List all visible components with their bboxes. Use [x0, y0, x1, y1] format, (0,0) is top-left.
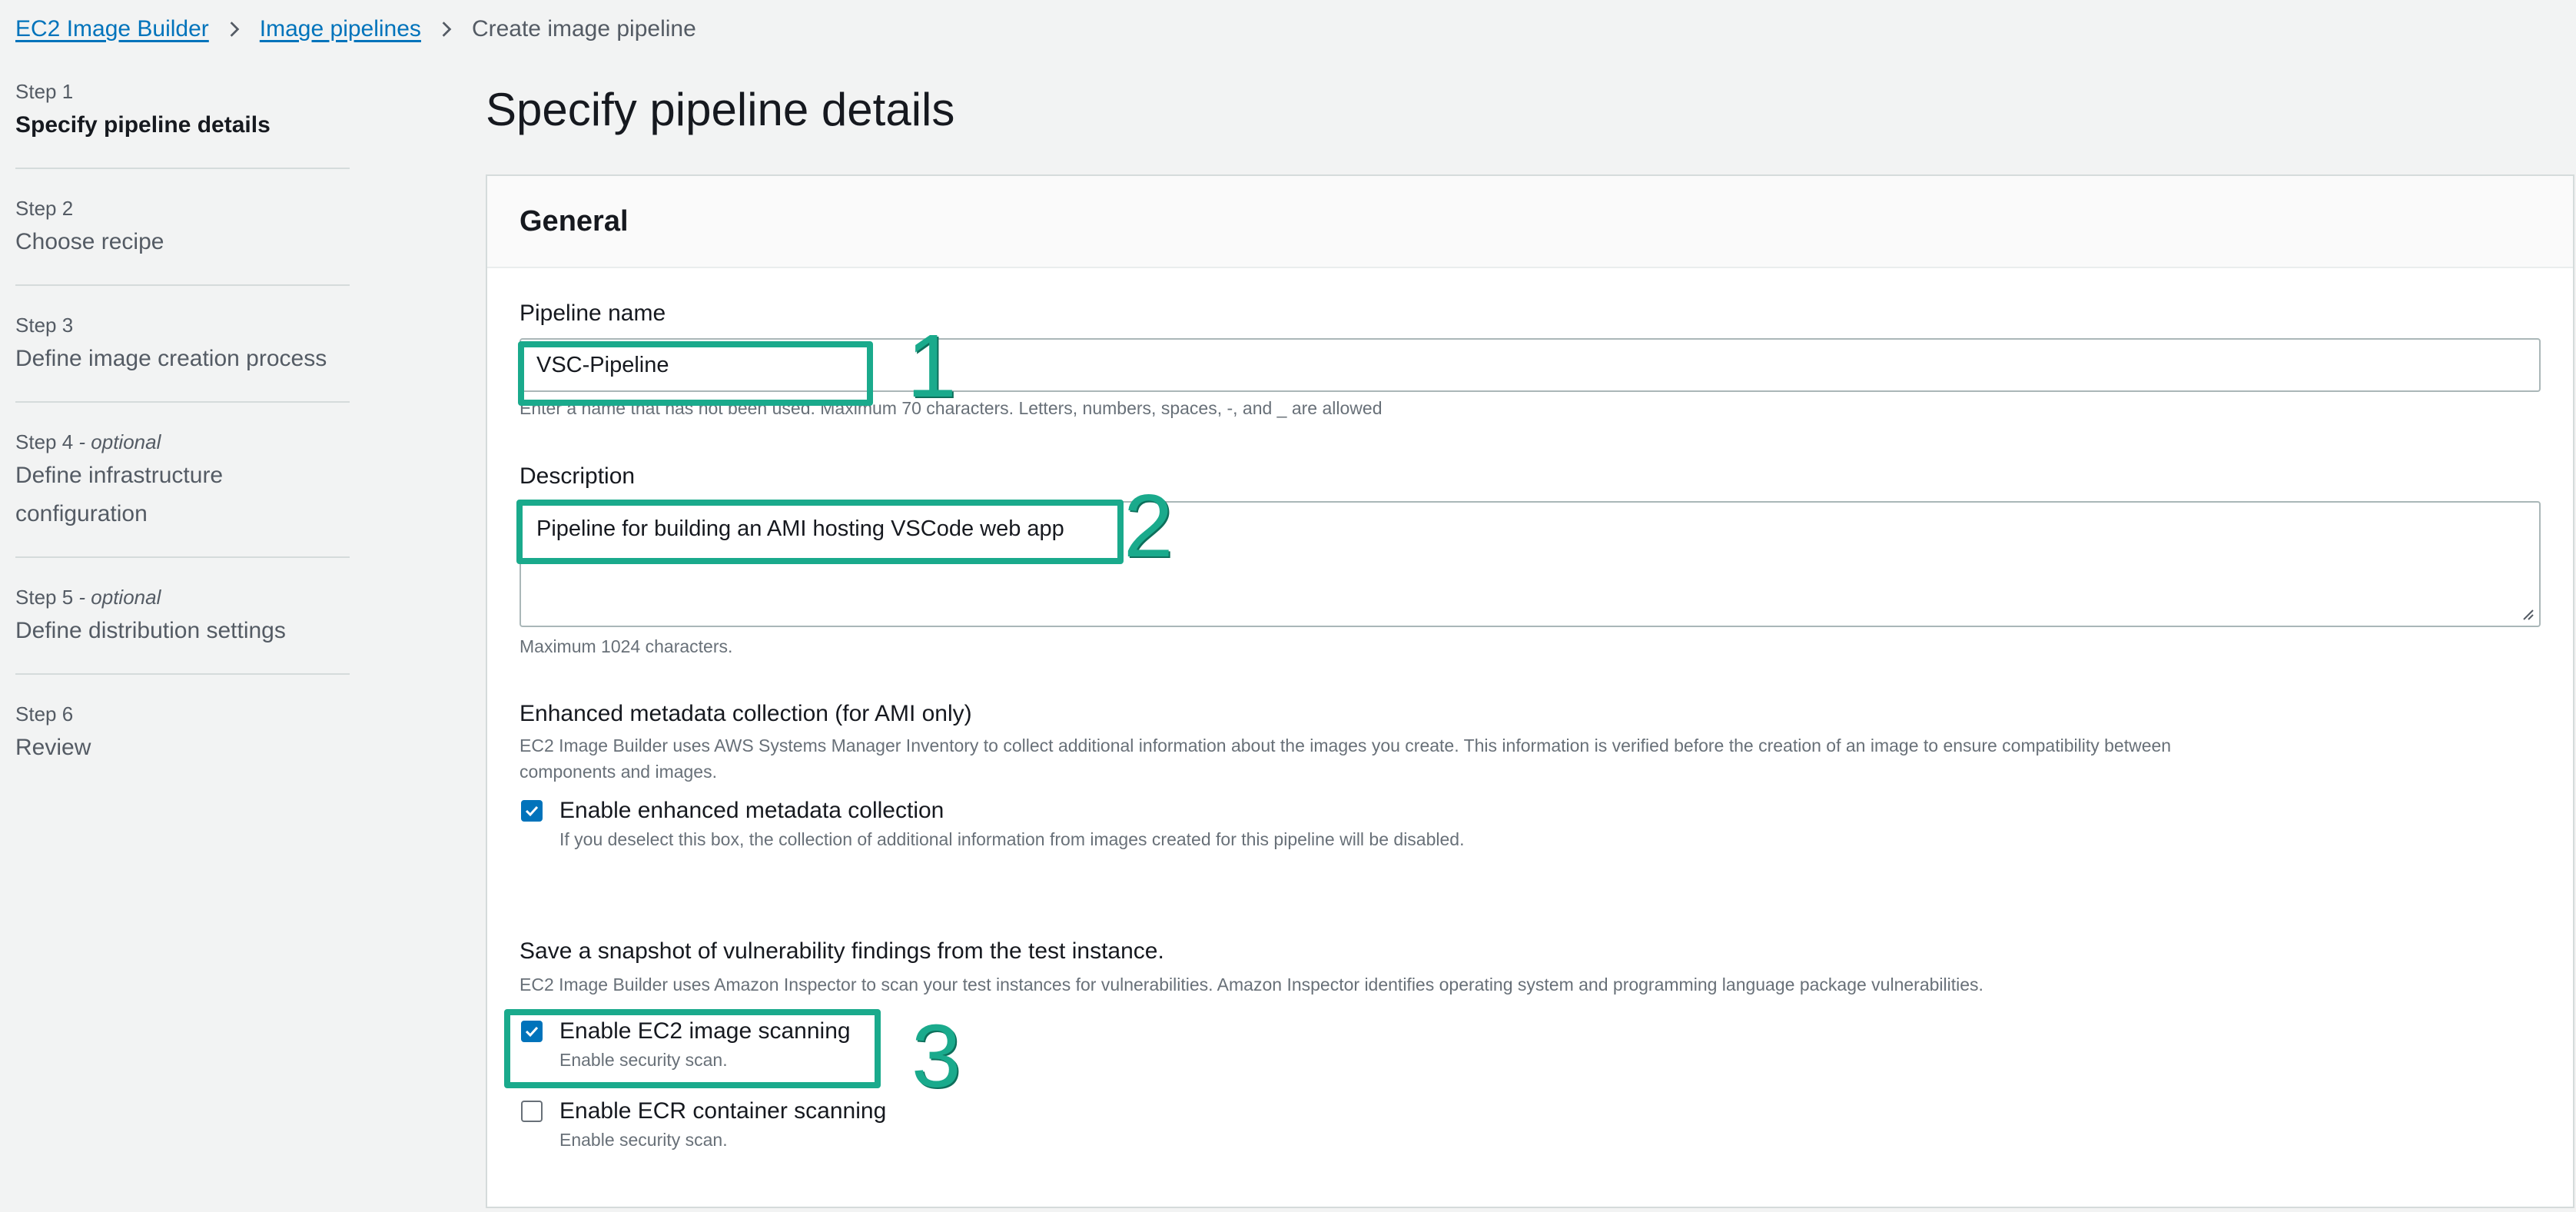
description-field: Description Pipeline for building an AMI… [520, 461, 2541, 659]
ecr-scanning-label: Enable ECR container scanning [559, 1098, 887, 1124]
step-5-number: Step 5 - optional [15, 583, 350, 612]
annotation-number-2: 2 [1124, 476, 1173, 576]
step-4-optional: - optional [73, 430, 161, 453]
metadata-checkbox-desc: If you deselect this box, the collection… [559, 829, 1465, 849]
metadata-checkbox-text: Enable enhanced metadata collection If y… [559, 795, 1464, 852]
wizard-steps-nav: Step 1 Specify pipeline details Step 2 C… [15, 77, 350, 815]
step-3-title[interactable]: Define image creation process [15, 340, 350, 378]
step-4-title[interactable]: Define infrastructure configuration [15, 457, 350, 533]
checkmark-icon [525, 805, 539, 817]
scanning-heading: Save a snapshot of vulnerability finding… [520, 938, 1164, 964]
general-panel: General Pipeline name Enter a name that … [486, 174, 2574, 1208]
annotation-number-1: 1 [907, 316, 957, 416]
metadata-checkbox-label: Enable enhanced metadata collection [559, 798, 944, 823]
step-5-title[interactable]: Define distribution settings [15, 612, 350, 650]
page-title: Specify pipeline details [486, 84, 955, 135]
breadcrumb-image-pipelines-link[interactable]: Image pipelines [260, 16, 421, 42]
description-textarea-wrap: Pipeline for building an AMI hosting VSC… [520, 501, 2541, 627]
step-4[interactable]: Step 4 - optional Define infrastructure … [15, 427, 350, 558]
metadata-section: Enhanced metadata collection (for AMI on… [520, 699, 2541, 852]
step-4-title-line2: configuration [15, 501, 148, 526]
step-1-number: Step 1 [15, 80, 74, 103]
step-5-optional: - optional [73, 586, 161, 609]
ec2-scanning-checkbox-row[interactable]: Enable EC2 image scanning Enable securit… [521, 1016, 2541, 1073]
resize-handle-icon[interactable] [2519, 606, 2535, 621]
ec2-scanning-checkbox[interactable] [521, 1021, 543, 1042]
metadata-checkbox-row[interactable]: Enable enhanced metadata collection If y… [521, 795, 2541, 852]
breadcrumb: EC2 Image Builder Image pipelines Create… [15, 12, 696, 46]
checkmark-icon [525, 1026, 539, 1038]
step-3[interactable]: Step 3 Define image creation process [15, 310, 350, 403]
metadata-description-line1: EC2 Image Builder uses AWS Systems Manag… [520, 736, 2172, 755]
step-1: Step 1 Specify pipeline details [15, 77, 350, 169]
step-1-title: Specify pipeline details [15, 112, 271, 138]
chevron-right-icon [226, 21, 243, 38]
ecr-scanning-checkbox-row[interactable]: Enable ECR container scanning Enable sec… [521, 1096, 2541, 1153]
breadcrumb-current: Create image pipeline [471, 16, 696, 42]
breadcrumb-ec2-image-builder-link[interactable]: EC2 Image Builder [15, 16, 209, 42]
description-label: Description [520, 463, 636, 489]
general-panel-header: General [487, 176, 2573, 268]
step-6[interactable]: Step 6 Review [15, 699, 350, 790]
metadata-checkbox[interactable] [521, 800, 543, 822]
pipeline-name-label: Pipeline name [520, 301, 666, 326]
metadata-heading: Enhanced metadata collection (for AMI on… [520, 701, 972, 726]
ec2-scanning-label: Enable EC2 image scanning [559, 1018, 851, 1044]
scanning-description: EC2 Image Builder uses Amazon Inspector … [520, 975, 1983, 995]
step-4-number: Step 4 - optional [15, 427, 350, 457]
ec2-scanning-desc: Enable security scan. [559, 1050, 728, 1070]
step-6-title[interactable]: Review [15, 729, 350, 767]
step-5[interactable]: Step 5 - optional Define distribution se… [15, 583, 350, 675]
description-textarea[interactable]: Pipeline for building an AMI hosting VSC… [520, 501, 2541, 627]
ecr-scanning-checkbox[interactable] [521, 1101, 543, 1122]
ec2-scanning-text: Enable EC2 image scanning Enable securit… [559, 1016, 851, 1073]
metadata-description-line2: components and images. [520, 762, 717, 782]
pipeline-name-input[interactable] [520, 338, 2541, 392]
scanning-section: Save a snapshot of vulnerability finding… [520, 936, 2541, 1153]
annotation-number-3: 3 [911, 1006, 961, 1106]
step-2[interactable]: Step 2 Choose recipe [15, 194, 350, 286]
description-hint: Maximum 1024 characters. [520, 636, 733, 656]
step-2-number: Step 2 [15, 197, 74, 220]
pipeline-name-field: Pipeline name Enter a name that has not … [520, 298, 2541, 421]
step-4-title-line1: Define infrastructure [15, 463, 224, 488]
chevron-right-icon [438, 21, 455, 38]
step-4-number-text: Step 4 [15, 430, 74, 453]
ecr-scanning-desc: Enable security scan. [559, 1130, 728, 1150]
step-2-title[interactable]: Choose recipe [15, 223, 350, 261]
step-3-number: Step 3 [15, 314, 74, 337]
pipeline-name-hint: Enter a name that has not been used. Max… [520, 398, 1383, 418]
step-6-number: Step 6 [15, 702, 74, 726]
ecr-scanning-text: Enable ECR container scanning Enable sec… [559, 1096, 886, 1153]
step-5-number-text: Step 5 [15, 586, 74, 609]
general-panel-title: General [520, 204, 629, 237]
